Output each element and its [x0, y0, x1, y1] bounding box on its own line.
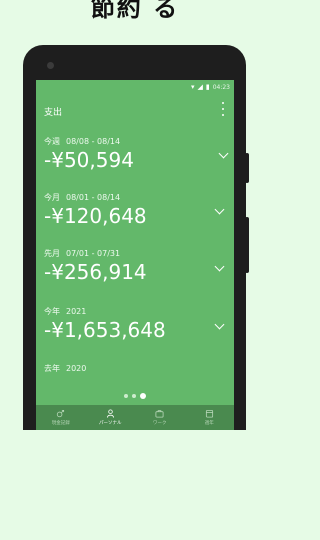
- period-name: 今月: [44, 193, 60, 202]
- tab-yearly[interactable]: 週年: [185, 405, 235, 430]
- volume-button: [245, 217, 249, 273]
- period-this-week[interactable]: 今週 08/08 - 08/14 -¥50,594: [44, 136, 224, 172]
- period-name: 今年: [44, 307, 60, 316]
- status-bar: ▾ ◢ ▮ 04:23: [36, 80, 234, 94]
- power-button: [245, 153, 249, 183]
- period-range: 2021: [66, 307, 87, 316]
- period-this-month[interactable]: 今月 08/01 - 08/14 -¥120,648: [44, 192, 224, 228]
- period-name: 去年: [44, 364, 60, 373]
- status-time: 04:23: [212, 83, 230, 91]
- tab-label: パーソナル: [99, 421, 122, 426]
- tab-label: 週年: [204, 421, 214, 426]
- app-screen: ▾ ◢ ▮ 04:23 支出 今週 08/08 - 08/14 -¥50,594 …: [36, 80, 234, 430]
- period-amount: -¥256,914: [44, 260, 147, 284]
- period-range: 08/08 - 08/14: [66, 137, 121, 146]
- page-dot: [132, 394, 136, 398]
- tab-personal[interactable]: パーソナル: [86, 405, 136, 430]
- period-range: 07/01 - 07/31: [66, 249, 121, 258]
- period-amount: -¥50,594: [44, 148, 134, 172]
- period-name: 今週: [44, 137, 60, 146]
- camera-icon: [47, 62, 54, 69]
- page-dot-active: [140, 393, 146, 399]
- tab-work[interactable]: ワーク: [135, 405, 185, 430]
- briefcase-icon: [155, 410, 164, 418]
- promo-banner-title: 節約 る: [90, 0, 180, 22]
- tab-label: 現金記録: [51, 421, 70, 426]
- battery-icon: ▮: [205, 83, 210, 91]
- period-this-year[interactable]: 今年 2021 -¥1,653,648: [44, 306, 224, 342]
- bottom-tab-bar: 現金記録 パーソナル ワーク 週年: [36, 405, 234, 430]
- period-range: 2020: [66, 364, 87, 373]
- tab-label: ワーク: [153, 421, 167, 426]
- period-last-month[interactable]: 先月 07/01 - 07/31 -¥256,914: [44, 248, 224, 284]
- period-amount: -¥120,648: [44, 204, 147, 228]
- signal-icon: ◢: [197, 83, 203, 91]
- period-amount: -¥1,653,648: [44, 318, 166, 342]
- wifi-icon: ▾: [190, 83, 195, 91]
- page-background: [0, 430, 270, 540]
- person-icon: [106, 409, 114, 418]
- overflow-menu-icon[interactable]: [220, 102, 226, 116]
- gender-icon: [57, 409, 65, 418]
- period-last-year[interactable]: 去年 2020: [44, 363, 224, 374]
- page-indicator: [36, 393, 234, 399]
- page-dot: [124, 394, 128, 398]
- page-title: 支出: [44, 108, 63, 118]
- calendar-icon: [205, 409, 213, 418]
- period-range: 08/01 - 08/14: [66, 193, 121, 202]
- period-name: 先月: [44, 249, 60, 258]
- tab-cash-record[interactable]: 現金記録: [36, 405, 86, 430]
